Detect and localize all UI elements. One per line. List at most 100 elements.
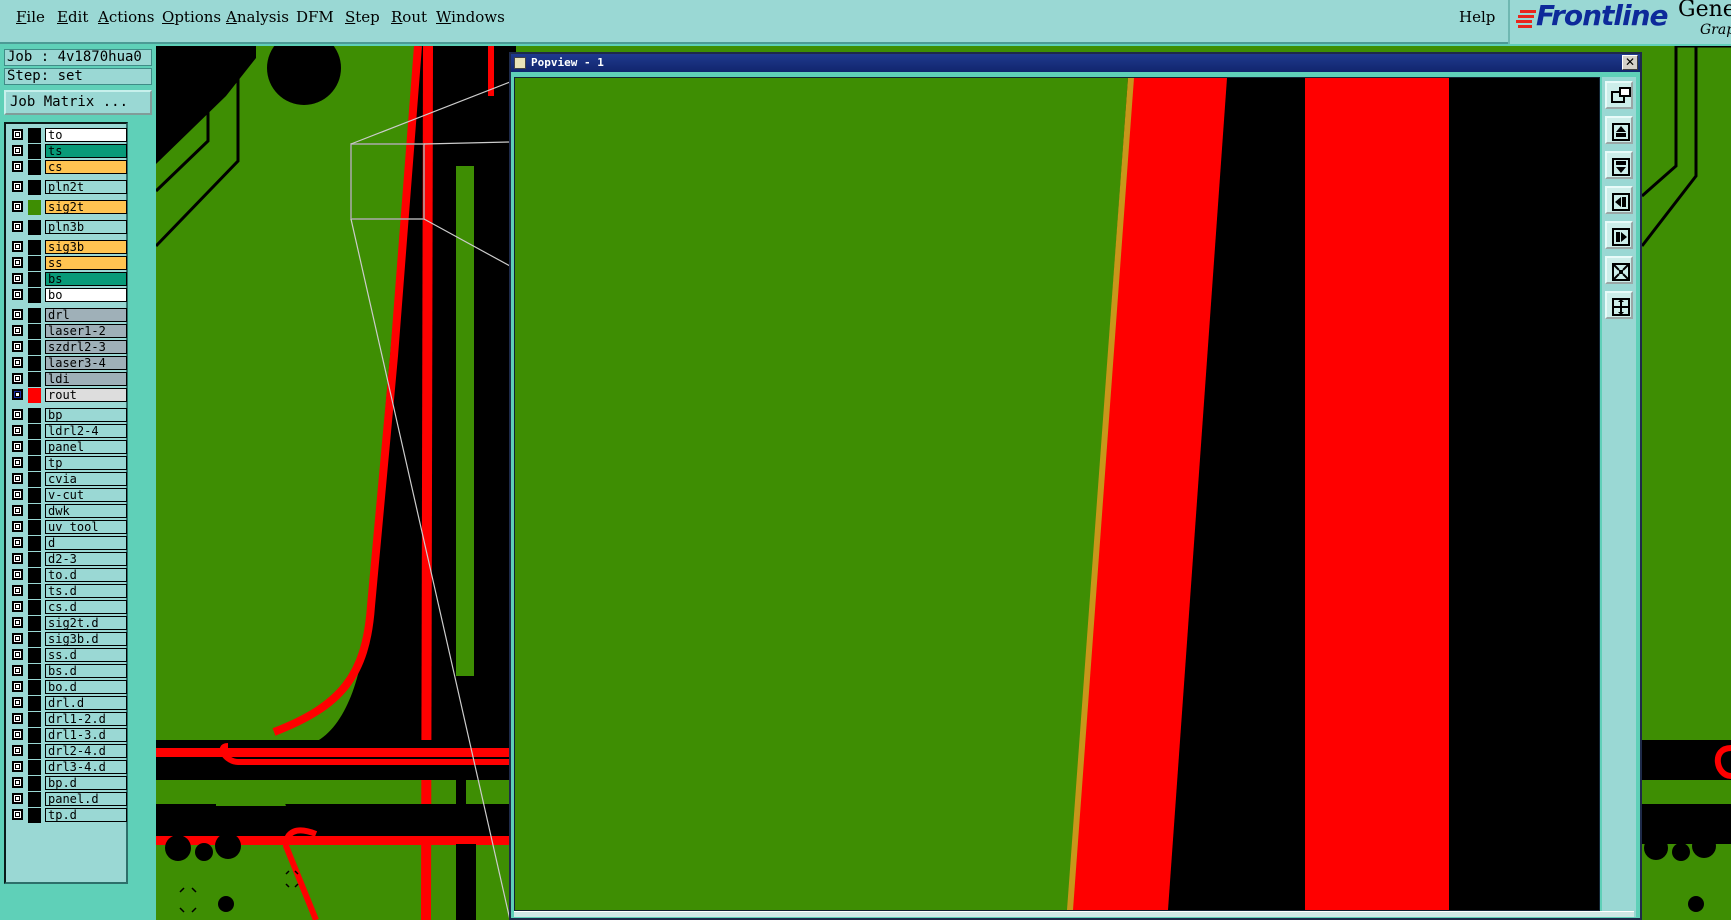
layer-color-swatch[interactable] [28,616,41,631]
layer-row-sig3b[interactable]: sig3b [10,240,130,255]
layer-row-laser3-4[interactable]: laser3-4 [10,356,130,371]
layer-checkbox[interactable] [12,745,23,756]
layer-row-drl2-4.d[interactable]: drl2-4.d [10,744,130,759]
layer-checkbox[interactable] [12,473,23,484]
layer-color-swatch[interactable] [28,240,41,255]
layer-color-swatch[interactable] [28,664,41,679]
layer-color-swatch[interactable] [28,472,41,487]
layer-row-bs[interactable]: bs [10,272,130,287]
layer-name[interactable]: tp.d [45,808,127,822]
layer-checkbox[interactable] [12,553,23,564]
layer-row-ss.d[interactable]: ss.d [10,648,130,663]
layer-name[interactable]: tp [45,456,127,470]
layer-row-d[interactable]: d [10,536,130,551]
layer-checkbox[interactable] [12,457,23,468]
layer-color-swatch[interactable] [28,808,41,823]
layer-checkbox[interactable] [12,181,23,192]
layer-name[interactable]: ts.d [45,584,127,598]
layer-name[interactable]: bp.d [45,776,127,790]
layer-checkbox[interactable] [12,569,23,580]
layer-color-swatch[interactable] [28,356,41,371]
layer-color-swatch[interactable] [28,584,41,599]
layer-row-pln2t[interactable]: pln2t [10,180,130,195]
layer-checkbox[interactable] [12,521,23,532]
layer-color-swatch[interactable] [28,712,41,727]
layer-row-cs[interactable]: cs [10,160,130,175]
layer-checkbox[interactable] [12,357,23,368]
menu-help[interactable]: Help [1459,8,1495,26]
layer-name[interactable]: pln3b [45,220,127,234]
layer-name[interactable]: uv_tool [45,520,127,534]
layer-row-drl1-3.d[interactable]: drl1-3.d [10,728,130,743]
pan-left-button[interactable] [1605,186,1633,214]
layer-row-v-cut[interactable]: v-cut [10,488,130,503]
layer-checkbox[interactable] [12,729,23,740]
layer-color-swatch[interactable] [28,696,41,711]
layer-name[interactable]: ldi [45,372,127,386]
layer-name[interactable]: drl1-3.d [45,728,127,742]
layer-checkbox[interactable] [12,409,23,420]
layer-name[interactable]: bo [45,288,127,302]
layer-color-swatch[interactable] [28,160,41,175]
layer-row-panel[interactable]: panel [10,440,130,455]
layer-checkbox[interactable] [12,373,23,384]
layer-name[interactable]: ss.d [45,648,127,662]
layer-color-swatch[interactable] [28,600,41,615]
layer-color-swatch[interactable] [28,272,41,287]
menu-rout[interactable]: Rout [391,8,427,26]
layer-color-swatch[interactable] [28,504,41,519]
layer-color-swatch[interactable] [28,372,41,387]
layer-row-tp.d[interactable]: tp.d [10,808,130,823]
layer-row-sig3b.d[interactable]: sig3b.d [10,632,130,647]
layer-color-swatch[interactable] [28,144,41,159]
layer-checkbox[interactable] [12,761,23,772]
layer-name[interactable]: ts [45,144,127,158]
layer-row-laser1-2[interactable]: laser1-2 [10,324,130,339]
layer-row-drl1-2.d[interactable]: drl1-2.d [10,712,130,727]
layer-name[interactable]: sig3b.d [45,632,127,646]
layer-color-swatch[interactable] [28,424,41,439]
layer-checkbox[interactable] [12,633,23,644]
layer-name[interactable]: cs.d [45,600,127,614]
popview-close-button[interactable]: ✕ [1622,55,1638,70]
layer-name[interactable]: rout [45,388,127,402]
layer-name[interactable]: to [45,128,127,142]
layer-row-ldi[interactable]: ldi [10,372,130,387]
layer-name[interactable]: drl2-4.d [45,744,127,758]
layer-row-cvia[interactable]: cvia [10,472,130,487]
layer-color-swatch[interactable] [28,728,41,743]
layer-row-d2-3[interactable]: d2-3 [10,552,130,567]
layer-row-bo.d[interactable]: bo.d [10,680,130,695]
layer-name[interactable]: drl [45,308,127,322]
layer-row-tp[interactable]: tp [10,456,130,471]
layer-name[interactable]: ldrl2-4 [45,424,127,438]
layer-color-swatch[interactable] [28,760,41,775]
layer-checkbox[interactable] [12,289,23,300]
layer-checkbox[interactable] [12,273,23,284]
layer-checkbox[interactable] [12,145,23,156]
layer-color-swatch[interactable] [28,256,41,271]
layer-row-drl3-4.d[interactable]: drl3-4.d [10,760,130,775]
layer-checkbox[interactable] [12,221,23,232]
layer-name[interactable]: bs [45,272,127,286]
job-matrix-button[interactable]: Job Matrix ... [4,90,152,115]
layer-row-uv_tool[interactable]: uv_tool [10,520,130,535]
layer-color-swatch[interactable] [28,408,41,423]
layer-color-swatch[interactable] [28,308,41,323]
layer-color-swatch[interactable] [28,632,41,647]
zoom-out-button[interactable] [1605,151,1633,179]
layer-name[interactable]: laser1-2 [45,324,127,338]
layer-color-swatch[interactable] [28,440,41,455]
layer-color-swatch[interactable] [28,128,41,143]
layer-name[interactable]: bp [45,408,127,422]
layer-checkbox[interactable] [12,341,23,352]
layer-checkbox[interactable] [12,129,23,140]
layer-name[interactable]: cvia [45,472,127,486]
layer-row-szdrl2-3[interactable]: szdrl2-3 [10,340,130,355]
fit-all-button[interactable] [1605,256,1633,284]
layer-name[interactable]: cs [45,160,127,174]
layer-row-panel.d[interactable]: panel.d [10,792,130,807]
zoom-window-button[interactable] [1605,81,1633,109]
popview-titlebar[interactable]: Popview - 1 ✕ [511,54,1640,72]
layer-color-swatch[interactable] [28,536,41,551]
